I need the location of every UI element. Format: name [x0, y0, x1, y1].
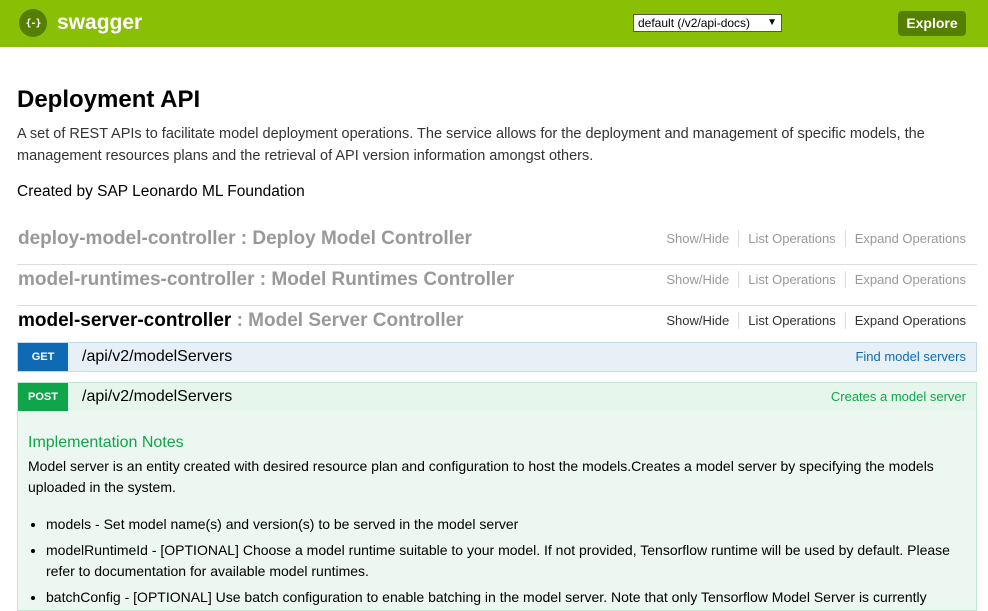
resource-description: : Deploy Model Controller [240, 228, 472, 249]
operation-summary[interactable]: Creates a model server [831, 383, 966, 411]
logo-text: swagger [57, 11, 143, 34]
list-operations-link[interactable]: List Operations [739, 312, 846, 329]
show-hide-link[interactable]: Show/Hide [657, 230, 740, 247]
operation-get-model-servers[interactable]: GET /api/v2/modelServers Find model serv… [17, 342, 977, 372]
operation-path[interactable]: /api/v2/modelServers [82, 383, 232, 411]
api-info: Deployment API A set of REST APIs to fac… [17, 86, 972, 201]
http-method-badge[interactable]: POST [18, 383, 68, 411]
list-item: batchConfig - [OPTIONAL] Use batch confi… [46, 587, 966, 608]
http-method-badge[interactable]: GET [18, 343, 68, 371]
api-spec-select[interactable]: default (/v2/api-docs) ▼ [633, 14, 782, 32]
resource-description: : Model Runtimes Controller [259, 269, 515, 290]
implementation-notes-list: models - Set model name(s) and version(s… [28, 514, 966, 608]
page-title: Deployment API [17, 86, 201, 113]
resource-links: Show/Hide List Operations Expand Operati… [657, 271, 966, 288]
implementation-notes-heading: Implementation Notes [28, 434, 184, 451]
resource-model-runtimes-controller: model-runtimes-controller : Model Runtim… [17, 265, 977, 306]
resource-model-server-controller: model-server-controller : Model Server C… [17, 306, 977, 347]
swagger-logo[interactable]: {-} swagger [19, 9, 142, 37]
list-item: models - Set model name(s) and version(s… [46, 514, 966, 535]
top-bar: {-} swagger default (/v2/api-docs) ▼ Exp… [0, 0, 988, 47]
resource-links: Show/Hide List Operations Expand Operati… [657, 230, 966, 247]
show-hide-link[interactable]: Show/Hide [657, 312, 740, 329]
expand-operations-link[interactable]: Expand Operations [846, 230, 966, 247]
resource-name[interactable]: deploy-model-controller [18, 228, 235, 249]
resource-heading[interactable]: deploy-model-controller : Deploy Model C… [18, 224, 472, 254]
list-operations-link[interactable]: List Operations [739, 230, 846, 247]
list-item: modelRuntimeId - [OPTIONAL] Choose a mod… [46, 540, 966, 582]
dropdown-arrow-icon: ▼ [767, 17, 777, 28]
api-spec-selected-value: default (/v2/api-docs) [638, 16, 751, 30]
resource-name[interactable]: model-runtimes-controller [18, 269, 254, 290]
implementation-notes-text: Model server is an entity created with d… [28, 458, 934, 495]
expand-operations-link[interactable]: Expand Operations [846, 271, 966, 288]
operation-summary[interactable]: Find model servers [855, 343, 966, 371]
resource-heading[interactable]: model-server-controller : Model Server C… [18, 306, 464, 336]
resource-deploy-model-controller: deploy-model-controller : Deploy Model C… [17, 224, 977, 265]
resource-links: Show/Hide List Operations Expand Operati… [657, 312, 966, 329]
swagger-logo-icon: {-} [19, 9, 47, 37]
operation-details: Implementation Notes Model server is an … [17, 411, 977, 611]
resource-name[interactable]: model-server-controller [18, 310, 231, 331]
created-by: Created by SAP Leonardo ML Foundation [17, 183, 305, 200]
operation-path[interactable]: /api/v2/modelServers [82, 343, 232, 371]
api-description: A set of REST APIs to facilitate model d… [17, 126, 925, 164]
operation-post-model-servers[interactable]: POST /api/v2/modelServers Creates a mode… [17, 382, 977, 412]
show-hide-link[interactable]: Show/Hide [657, 271, 740, 288]
explore-button[interactable]: Explore [898, 11, 966, 36]
list-operations-link[interactable]: List Operations [739, 271, 846, 288]
resource-heading[interactable]: model-runtimes-controller : Model Runtim… [18, 265, 514, 295]
expand-operations-link[interactable]: Expand Operations [846, 312, 966, 329]
resource-description: : Model Server Controller [236, 310, 464, 331]
